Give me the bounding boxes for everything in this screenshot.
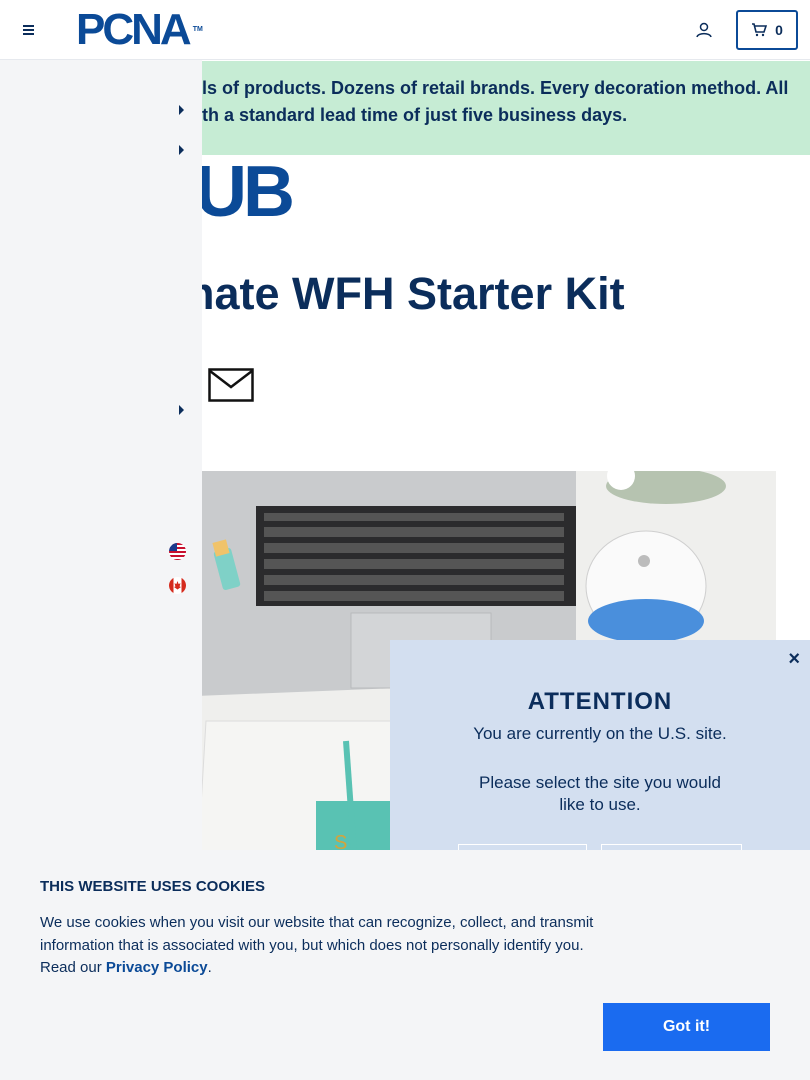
hamburger-icon[interactable] [18, 18, 40, 42]
us-flag-icon[interactable] [169, 543, 186, 560]
caret-right-icon[interactable] [176, 143, 186, 157]
site-selection-modal: × ATTENTION You are currently on the U.S… [390, 640, 810, 880]
pcna-logo[interactable]: PCNA TM [76, 8, 203, 52]
cart-count: 0 [775, 22, 783, 38]
cookie-text-end: . [207, 959, 212, 976]
site-select-prompt: Please select the site you would like to… [479, 773, 721, 814]
promo-banner-text: ls of products. Dozens of retail brands.… [202, 78, 789, 125]
envelope-icon[interactable] [208, 368, 254, 402]
canada-flag-icon[interactable] [169, 577, 186, 594]
caret-right-icon[interactable] [176, 103, 186, 117]
cart-icon [752, 23, 768, 37]
logo-trademark: TM [192, 26, 203, 33]
logo-text: PCNA [76, 5, 192, 54]
caret-right-icon[interactable] [176, 403, 186, 417]
user-icon[interactable] [692, 18, 716, 42]
page: PCNA TM 0 ls of products. Dozens of retai… [0, 0, 810, 1080]
current-site-message: You are currently on the U.S. site. [473, 724, 727, 743]
privacy-policy-link[interactable]: Privacy Policy [106, 959, 208, 976]
site-header: PCNA TM 0 [0, 0, 810, 60]
close-icon[interactable]: × [788, 648, 800, 671]
attention-heading: ATTENTION [527, 688, 673, 715]
got-it-button[interactable]: Got it! [603, 1003, 770, 1051]
cart-button[interactable]: 0 [736, 10, 798, 50]
cookie-text: We use cookies when you visit our websit… [40, 912, 610, 980]
brand-sub-logo: UB [195, 152, 295, 232]
cookie-banner: THIS WEBSITE USES COOKIES We use cookies… [0, 850, 810, 1080]
page-title: imate WFH Starter Kit [162, 268, 625, 319]
cookie-heading: THIS WEBSITE USES COOKIES [40, 878, 266, 895]
